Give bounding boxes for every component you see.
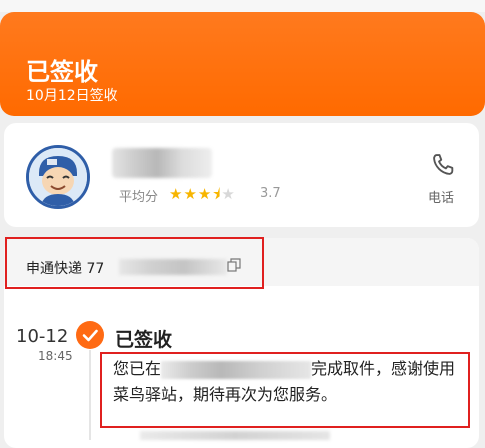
- express-company-and-number: 申通快递 77: [26, 261, 105, 277]
- event-description: 您已在 完成取件，感谢使用菜鸟驿站，期待再次为您服务。: [113, 356, 463, 408]
- top-strip: [0, 0, 485, 12]
- event-time: 18:45: [38, 349, 73, 363]
- copy-icon[interactable]: [227, 258, 241, 272]
- event-desc-prefix: 您已在: [113, 359, 162, 378]
- star-icon: ★: [197, 185, 213, 203]
- station-name-redacted: [161, 360, 312, 379]
- delivery-status-header: 已签收 10月12日签收: [0, 12, 485, 116]
- event-date: 10-12: [16, 326, 69, 347]
- courier-face-icon: [29, 148, 87, 206]
- rating-score: 3.7: [260, 186, 281, 201]
- star-empty-icon: ★: [221, 185, 236, 203]
- star-icon: ★: [169, 185, 184, 203]
- tracking-number-redacted: [119, 259, 227, 275]
- rating-stars: ★★★⯨★: [169, 184, 236, 209]
- express-bar: 申通快递 77: [4, 238, 479, 286]
- courier-avatar[interactable]: [26, 145, 90, 209]
- star-icon: ★: [183, 185, 198, 203]
- rating-label: 平均分: [119, 190, 159, 205]
- courier-name-redacted: [112, 148, 212, 178]
- timeline-line: [89, 350, 91, 440]
- status-date: 10月12日签收: [26, 88, 118, 104]
- star-half-icon: ⯨: [212, 185, 222, 203]
- event-title: 已签收: [115, 329, 173, 351]
- courier-card: 平均分 ★★★⯨★ 3.7 电话: [4, 123, 479, 227]
- phone-icon[interactable]: [429, 151, 457, 179]
- status-title: 已签收: [26, 58, 98, 86]
- next-line-redacted: [140, 431, 330, 440]
- phone-label[interactable]: 电话: [428, 187, 454, 206]
- check-icon: [76, 321, 104, 349]
